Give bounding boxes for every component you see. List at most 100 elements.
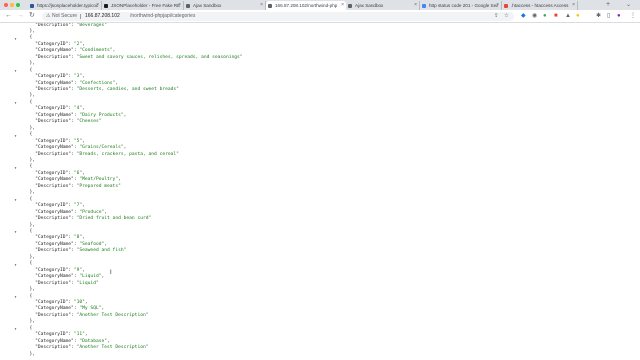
browser-tab[interactable]: Ajax Sandbox ×: [184, 1, 266, 10]
json-line: "CategoryName": "Confections",: [24, 81, 118, 86]
sidebar-icon[interactable]: ▯: [607, 10, 610, 22]
json-token: ,: [82, 203, 85, 209]
back-button[interactable]: ←: [5, 10, 12, 22]
json-token: ,: [82, 267, 85, 273]
collapse-toggle-icon[interactable]: ▼: [14, 198, 17, 202]
extension-icon[interactable]: ●: [576, 10, 580, 22]
json-key: "CategoryName": [35, 241, 74, 247]
json-value: "2": [73, 41, 83, 47]
profile-avatar[interactable]: ●: [617, 10, 621, 22]
json-line: },: [24, 319, 36, 324]
json-line: },: [24, 190, 36, 195]
browser-tab[interactable]: https://jsonplaceholder.typicode.com×: [28, 1, 102, 10]
json-key: "CategoryName": [35, 177, 74, 183]
collapse-toggle-icon[interactable]: ▼: [14, 295, 17, 299]
extension-icon[interactable]: ◉: [532, 10, 537, 22]
close-tab-icon[interactable]: ×: [96, 1, 99, 10]
browser-tab[interactable]: http status code 201 - Google Search ×: [420, 1, 502, 10]
extension-icon[interactable]: ▲: [565, 10, 571, 22]
json-line: },: [24, 29, 36, 34]
browser-tab[interactable]: 166.87.208.102/northwind-php ×: [266, 1, 346, 10]
collapse-toggle-icon[interactable]: ▼: [14, 37, 17, 41]
collapse-toggle-icon[interactable]: ▼: [14, 166, 17, 170]
json-key: "CategoryID": [35, 106, 69, 112]
json-key: "Description": [35, 23, 72, 28]
browser-tab[interactable]: .htaccess - htaccess Access ×: [502, 1, 578, 10]
collapse-toggle-icon[interactable]: ▼: [14, 69, 17, 73]
browser-tab[interactable]: Ajax Sandbox ×: [346, 1, 420, 10]
json-token: ,: [101, 306, 105, 312]
json-token: },: [24, 254, 36, 260]
json-key: "Description": [35, 87, 72, 93]
json-line: "CategoryName": "Liquid",: [24, 274, 104, 279]
json-value: "11": [73, 332, 85, 338]
extension-icon[interactable]: ■: [554, 10, 558, 22]
json-line: "Description": "Another Test Description…: [24, 345, 148, 350]
new-tab-button[interactable]: +: [606, 1, 610, 9]
json-key: "Description": [35, 54, 72, 60]
url-host[interactable]: 166.87.208.102: [85, 12, 120, 21]
json-key: "CategoryName": [35, 306, 74, 312]
menu-icon[interactable]: ⋮: [630, 10, 636, 22]
collapse-toggle-icon[interactable]: ▼: [14, 134, 17, 138]
security-label: Not Secure: [52, 12, 78, 19]
url-path[interactable]: /northwind-phpjapi/categories: [130, 12, 195, 21]
json-line: "Description": "Sweet and savory sauces,…: [24, 54, 242, 60]
json-token: {: [24, 132, 33, 138]
json-token: ,: [82, 74, 85, 80]
json-line: "CategoryID": "6",: [24, 171, 85, 176]
collapse-toggle-icon[interactable]: ▼: [14, 263, 17, 267]
extension-icon[interactable]: ◆: [521, 10, 526, 22]
puzzle-icon[interactable]: ✱: [596, 10, 601, 22]
json-value: "Seafood": [79, 241, 105, 247]
close-window-button[interactable]: [4, 3, 8, 7]
json-key: "CategoryID": [35, 332, 69, 338]
json-token: {: [24, 229, 33, 234]
close-tab-icon[interactable]: ×: [260, 1, 263, 10]
zoom-window-button[interactable]: [16, 3, 20, 7]
close-tab-icon[interactable]: ×: [341, 1, 344, 10]
reload-button[interactable]: ↻: [29, 10, 35, 22]
browser-tab[interactable]: JSONPlaceholder - Free Fake REST API×: [102, 1, 184, 10]
bookmark-star-icon[interactable]: ☆: [504, 12, 509, 21]
json-line: {: [24, 261, 33, 266]
json-line: {: [24, 197, 33, 202]
close-tab-icon[interactable]: ×: [496, 1, 499, 10]
collapse-toggle-icon[interactable]: ▼: [14, 101, 17, 105]
json-line: {: [24, 100, 33, 105]
share-icon[interactable]: ⇪: [494, 12, 499, 21]
json-value: "Breads, crackers, pasta, and cereal": [76, 151, 179, 157]
json-viewer: ▼ ▼ ▼ ▼ ▼ ▼ ▼ ▼ ▼ ▼ "Description": "Beverages" },…: [0, 23, 640, 360]
tab-search-icon[interactable]: ⌄: [626, 1, 631, 9]
json-token: ,: [82, 41, 85, 47]
json-key: "CategoryName": [35, 338, 74, 344]
close-tab-icon[interactable]: ×: [414, 1, 417, 10]
extension-icon[interactable]: ●: [543, 10, 547, 22]
json-value: "9": [73, 267, 83, 273]
minimize-window-button[interactable]: [10, 3, 14, 7]
json-line: "CategoryName": "Condiments",: [24, 48, 115, 53]
json-token: },: [24, 61, 36, 67]
address-bar[interactable]: ⚠ Not Secure 166.87.208.102 /northwind-p…: [42, 11, 514, 21]
json-token: },: [24, 93, 36, 99]
json-line: "Description": "Seaweed and fish": [24, 248, 126, 253]
collapse-toggle-icon[interactable]: ▼: [14, 327, 17, 331]
collapse-toggle-icon[interactable]: ▼: [14, 230, 17, 234]
close-tab-icon[interactable]: ×: [178, 1, 181, 10]
json-line: "CategoryName": "Meat/Poultry",: [24, 177, 121, 182]
forward-button[interactable]: →: [17, 10, 24, 22]
json-value: "7": [73, 203, 83, 209]
json-token: ,: [115, 80, 119, 86]
json-key: "CategoryID": [35, 74, 69, 80]
json-line: "CategoryID": "4",: [24, 106, 85, 111]
close-tab-icon[interactable]: ×: [572, 1, 575, 10]
tab-label: .htaccess - htaccess Access: [511, 3, 569, 8]
